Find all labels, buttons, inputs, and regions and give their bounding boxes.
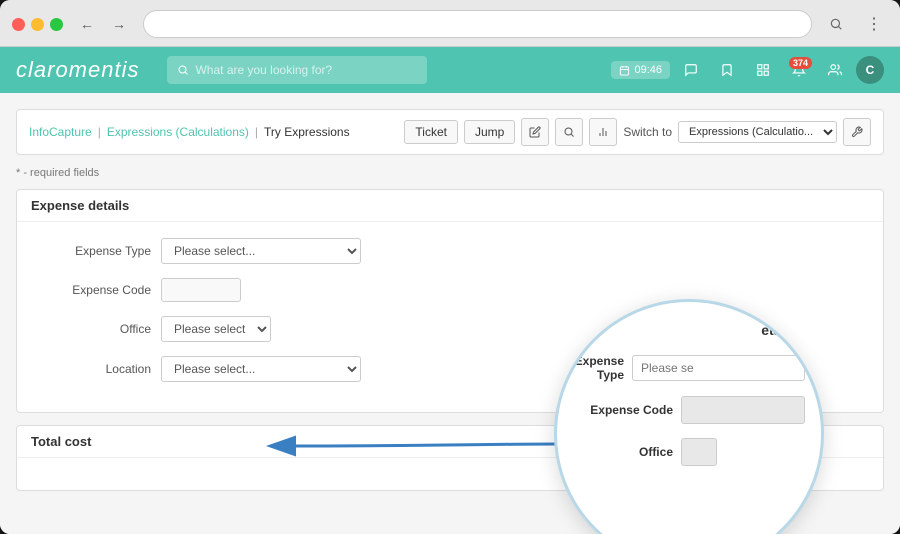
users-button[interactable]: [820, 55, 850, 85]
switch-label: Switch to: [623, 125, 672, 139]
search-icon: [177, 64, 189, 76]
content-wrapper: InfoCapture | Expressions (Calculations)…: [16, 109, 884, 491]
total-cost-section: Total cost: [16, 425, 884, 491]
expense-type-control: Please select...: [161, 238, 361, 264]
expense-code-label: Expense Code: [31, 283, 151, 297]
office-label: Office: [31, 322, 151, 336]
calendar-icon: [619, 65, 630, 76]
ticket-button[interactable]: Ticket: [404, 120, 458, 144]
expense-code-input[interactable]: [161, 278, 241, 302]
total-section-title: Total cost: [17, 426, 883, 458]
bookmark-button[interactable]: [712, 55, 742, 85]
browser-more-button[interactable]: ⋮: [860, 10, 888, 38]
chart-icon-button[interactable]: [589, 118, 617, 146]
time-display: 09:46: [611, 61, 670, 79]
content-area: InfoCapture | Expressions (Calculations)…: [0, 93, 900, 534]
office-select[interactable]: Please select...: [161, 316, 271, 342]
breadcrumb-current: Try Expressions: [264, 125, 350, 139]
nav-buttons: ← →: [73, 10, 133, 38]
section-title: Expense details: [17, 190, 883, 222]
expense-code-control: [161, 278, 361, 302]
expense-type-select[interactable]: Please select...: [161, 238, 361, 264]
switch-select[interactable]: Expressions (Calculatio...: [678, 121, 837, 143]
expense-details-section: Expense details Expense Type Please sele…: [16, 189, 884, 413]
edit-icon-button[interactable]: [521, 118, 549, 146]
app-logo: claromentis: [16, 57, 139, 83]
expense-code-row: Expense Code: [31, 278, 869, 302]
app-container: claromentis 09:46: [0, 47, 900, 534]
notifications-button[interactable]: 374: [784, 55, 814, 85]
browser-titlebar: ← → ⋮: [0, 0, 900, 47]
location-row: Location Please select...: [31, 356, 869, 382]
forward-button[interactable]: →: [105, 10, 133, 38]
close-button[interactable]: [12, 18, 25, 31]
notification-badge: 374: [789, 57, 812, 69]
location-control: Please select...: [161, 356, 361, 382]
office-control: Please select...: [161, 316, 361, 342]
user-avatar[interactable]: C: [856, 56, 884, 84]
breadcrumb: InfoCapture | Expressions (Calculations)…: [29, 125, 350, 139]
messages-button[interactable]: [676, 55, 706, 85]
maximize-button[interactable]: [50, 18, 63, 31]
current-time: 09:46: [634, 64, 662, 76]
toolbar-buttons: Ticket Jump: [404, 118, 871, 146]
switch-group: Switch to Expressions (Calculatio...: [623, 121, 837, 143]
browser-search-button[interactable]: [822, 10, 850, 38]
global-search-input[interactable]: [195, 63, 375, 77]
grid-button[interactable]: [748, 55, 778, 85]
address-bar[interactable]: [143, 10, 812, 38]
breadcrumb-expressions[interactable]: Expressions (Calculations): [107, 125, 249, 139]
nav-search-area: [167, 56, 583, 84]
section-body: Expense Type Please select... Expense Co…: [17, 222, 883, 412]
wrench-icon-button[interactable]: [843, 118, 871, 146]
jump-button[interactable]: Jump: [464, 120, 515, 144]
traffic-lights: [12, 18, 63, 31]
back-button[interactable]: ←: [73, 10, 101, 38]
expense-type-row: Expense Type Please select...: [31, 238, 869, 264]
top-nav: claromentis 09:46: [0, 47, 900, 93]
location-label: Location: [31, 362, 151, 376]
breadcrumb-infocapture[interactable]: InfoCapture: [29, 125, 92, 139]
required-note: * - required fields: [16, 167, 884, 179]
expense-type-label: Expense Type: [31, 244, 151, 258]
minimize-button[interactable]: [31, 18, 44, 31]
location-select[interactable]: Please select...: [161, 356, 361, 382]
total-section-body: [17, 458, 883, 490]
toolbar-row: InfoCapture | Expressions (Calculations)…: [16, 109, 884, 155]
search-icon-button[interactable]: [555, 118, 583, 146]
nav-icons: 09:46: [611, 55, 884, 85]
office-row: Office Please select...: [31, 316, 869, 342]
